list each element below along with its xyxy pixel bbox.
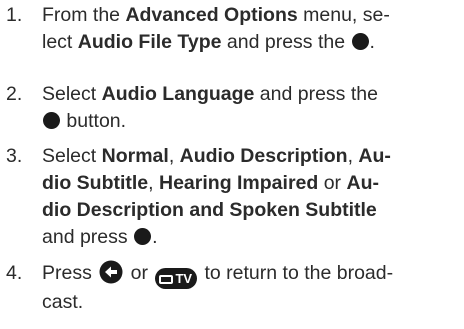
step-number: 3. xyxy=(6,145,23,167)
instruction-list: 1. From the Advanced Options menu, se- l… xyxy=(6,4,394,313)
ok-button-icon xyxy=(134,228,152,245)
step-number: 4. xyxy=(6,262,23,284)
option-name: Audio File Type xyxy=(77,31,222,53)
back-arrow-icon xyxy=(99,260,123,284)
ok-button-icon xyxy=(43,112,60,129)
ok-button-icon xyxy=(351,33,369,50)
tv-button-icon: TV xyxy=(155,268,198,289)
tv-screen-icon xyxy=(159,275,174,284)
step-number: 1. xyxy=(6,4,23,26)
menu-name: Advanced Options xyxy=(125,4,298,26)
option-name: Audio Language xyxy=(101,83,255,105)
step-number: 2. xyxy=(6,83,23,105)
